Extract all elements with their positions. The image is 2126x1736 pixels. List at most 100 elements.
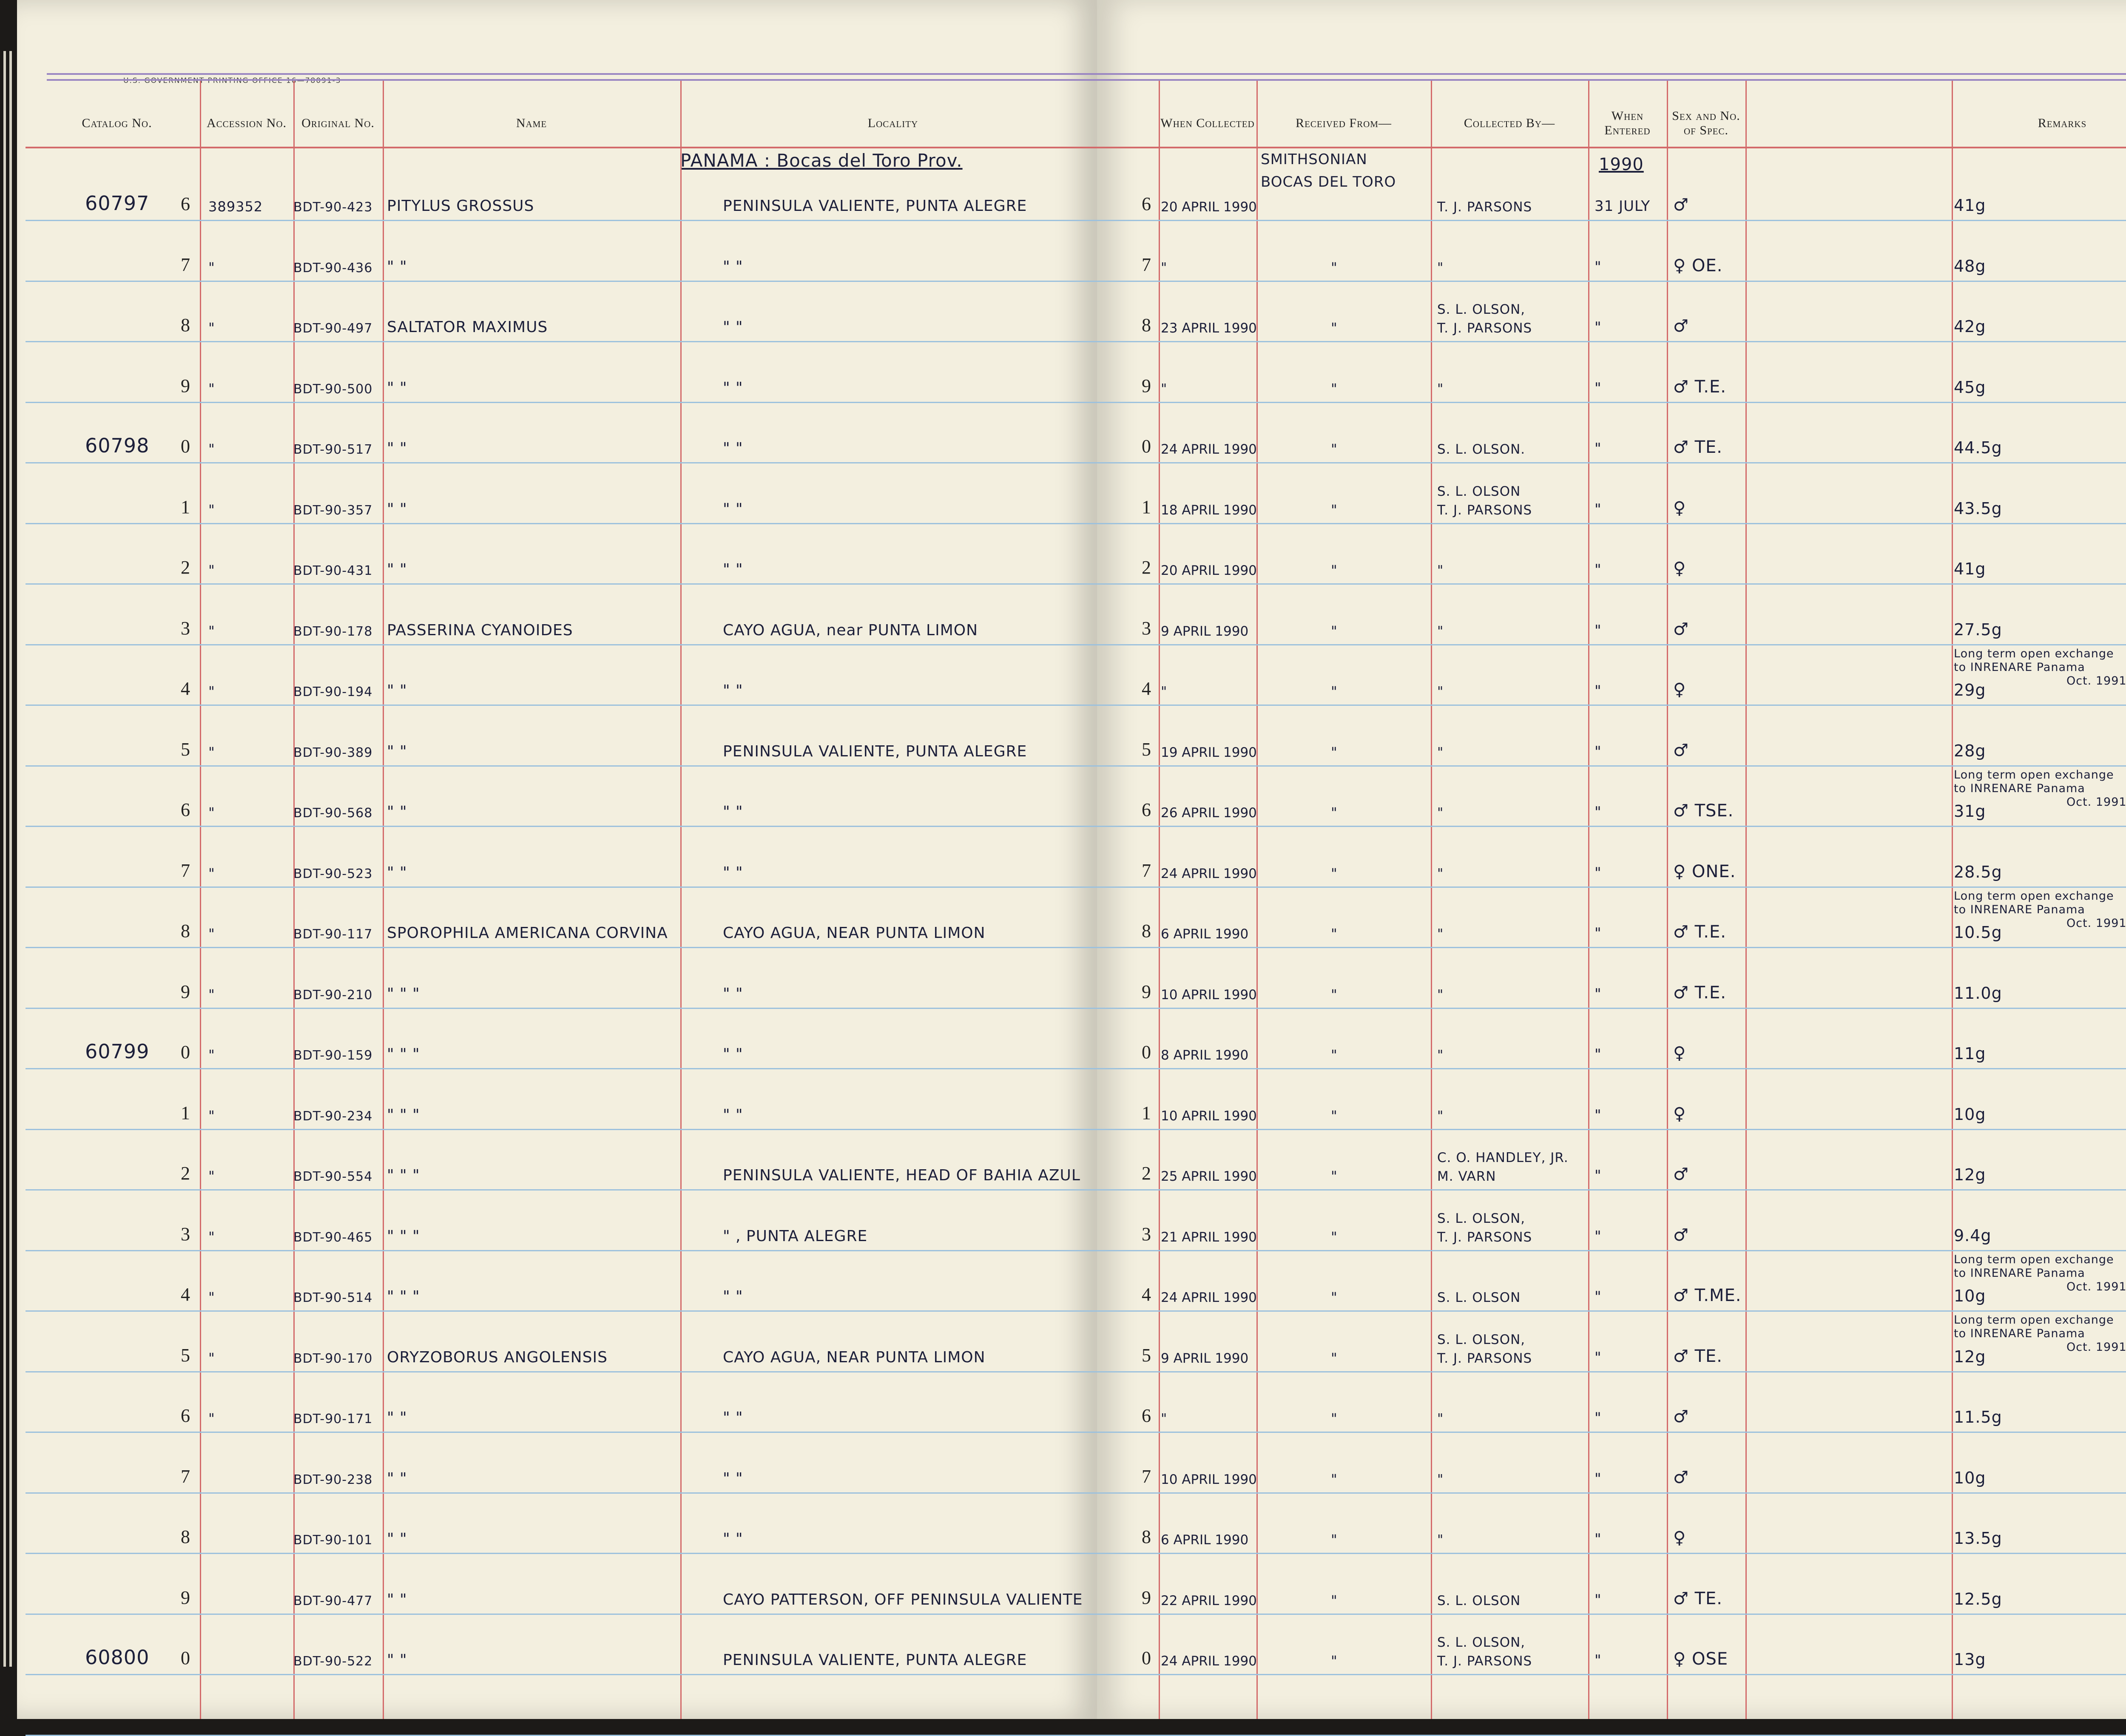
sex-and-count: ♀ ONE. [1673,861,1736,881]
locality-text: CAYO PATTERSON, OFF PENINSULA VALIENTE [723,1591,1083,1608]
collected-by: " [1437,623,1444,639]
remarks-weight: 48g [1954,256,1986,276]
column-rule [1952,81,1953,1719]
when-entered: " [1594,440,1602,457]
remarks-weight: 41g [1954,196,1986,215]
catalog-digit: 7 [181,254,190,275]
collected-digit: 6 [1142,799,1151,820]
accession-number: " [208,683,215,699]
original-number: BDT-90-436 [293,260,373,276]
collected-by: S. L. OLSON, [1437,1210,1526,1226]
received-from: " [1331,320,1338,336]
when-entered: " [1594,1470,1602,1487]
received-from: " [1331,1289,1338,1305]
collected-by: M. VARN [1437,1169,1496,1184]
locality-text: " " [723,864,743,881]
when-entered: " [1594,1531,1602,1548]
when-entered: " [1594,319,1602,336]
catalog-digit: 8 [181,1526,190,1547]
original-number: BDT-90-117 [293,927,373,942]
specimen-name: " " [387,1469,407,1487]
locality-text: " " [723,1106,743,1124]
when-collected: 22 APRIL 1990 [1161,1593,1257,1608]
original-number: BDT-90-171 [293,1412,373,1426]
ruled-line [26,1250,2126,1251]
when-entered: " [1594,258,1602,276]
remarks-exchange-note: Oct. 1991. [2066,1341,2126,1354]
collected-by: " [1437,381,1444,397]
accession-number: " [208,501,215,518]
sex-and-count: ♀ OSE [1673,1649,1728,1669]
remarks-exchange-note: Oct. 1991. [2066,795,2126,809]
specimen-name: ORYZOBORUS ANGOLENSIS [387,1348,608,1366]
received-from: " [1331,804,1338,821]
original-number: BDT-90-194 [293,685,373,699]
heading-locality: PANAMA : Bocas del Toro Prov. [680,150,963,171]
ruled-line [26,1310,2126,1312]
header-when-collected: When Collected [1160,116,1255,130]
collected-digit: 7 [1142,1466,1151,1487]
collected-by: " [1437,260,1444,276]
collected-digit: 9 [1142,1587,1151,1608]
locality-text: " " [723,803,743,821]
ruled-line [26,583,2126,585]
collected-digit: 0 [1142,1648,1151,1668]
when-collected: 23 APRIL 1990 [1161,321,1257,336]
collected-digit: 0 [1142,436,1151,457]
sex-and-count: ♂ T.ME. [1673,1286,1742,1305]
when-entered: " [1594,1106,1602,1124]
catalog-number: 60797 [85,192,150,215]
remarks-exchange-note: to INRENARE Panama [1954,903,2085,916]
collected-digit: 3 [1142,617,1151,639]
column-rule [200,81,201,1719]
remarks-weight: 44.5g [1954,438,2002,457]
when-collected: " [1161,260,1167,276]
original-number: BDT-90-523 [293,866,373,881]
specimen-name: SPOROPHILA AMERICANA CORVINA [387,924,668,942]
column-rule [293,81,295,1719]
ruled-line [26,886,2126,888]
collected-digit: 6 [1142,193,1151,214]
when-collected: " [1161,381,1167,397]
header-locality: Locality [867,116,918,130]
collected-by: " [1437,987,1444,1003]
accession-number: " [208,865,215,881]
remarks-exchange-note: Long term open exchange [1954,768,2114,781]
header-rule [47,73,2126,75]
received-from: " [1331,1531,1338,1548]
when-entered: " [1594,1227,1602,1245]
remarks-weight: 43.5g [1954,499,2002,518]
when-entered: " [1594,1349,1602,1366]
collected-by: S. L. OLSON. [1437,442,1526,457]
remarks-exchange-note: to INRENARE Panama [1954,1266,2085,1280]
specimen-name: " " [387,1409,407,1426]
locality-text: CAYO AGUA, NEAR PUNTA LIMON [723,1348,986,1366]
collected-digit: 8 [1142,1526,1151,1547]
header-name: Name [516,116,547,130]
collected-digit: 5 [1142,1344,1151,1366]
ruled-line [26,1007,2126,1009]
catalog-digit: 3 [181,617,190,639]
collected-by: " [1437,744,1444,760]
sex-and-count: ♂ TSE. [1673,801,1734,821]
remarks-weight: 12g [1954,1347,1986,1366]
sex-and-count: ♀ [1673,498,1686,518]
received-from: " [1331,1107,1338,1124]
when-entered: " [1594,1591,1602,1608]
received-from: " [1331,1410,1338,1426]
locality-text: PENINSULA VALIENTE, PUNTA ALEGRE [723,197,1027,215]
sex-and-count: ♀ OE. [1673,256,1723,276]
received-from: " [1331,1350,1338,1366]
remarks-exchange-note: Long term open exchange [1954,1313,2114,1327]
ruled-line [26,1371,2126,1372]
original-number: BDT-90-431 [293,563,373,578]
header-sex: Sex and No. of Spec. [1672,108,1740,138]
when-entered: " [1594,622,1602,639]
accession-number: " [208,744,215,760]
header-received-from: Received From— [1296,116,1392,130]
remarks-exchange-note: Oct. 1991 [2066,674,2126,688]
when-entered: 31 JULY [1594,198,1651,215]
when-collected: " [1161,1411,1167,1426]
remarks-exchange-note: to INRENARE Panama [1954,781,2085,795]
locality-text: " " [723,258,743,276]
